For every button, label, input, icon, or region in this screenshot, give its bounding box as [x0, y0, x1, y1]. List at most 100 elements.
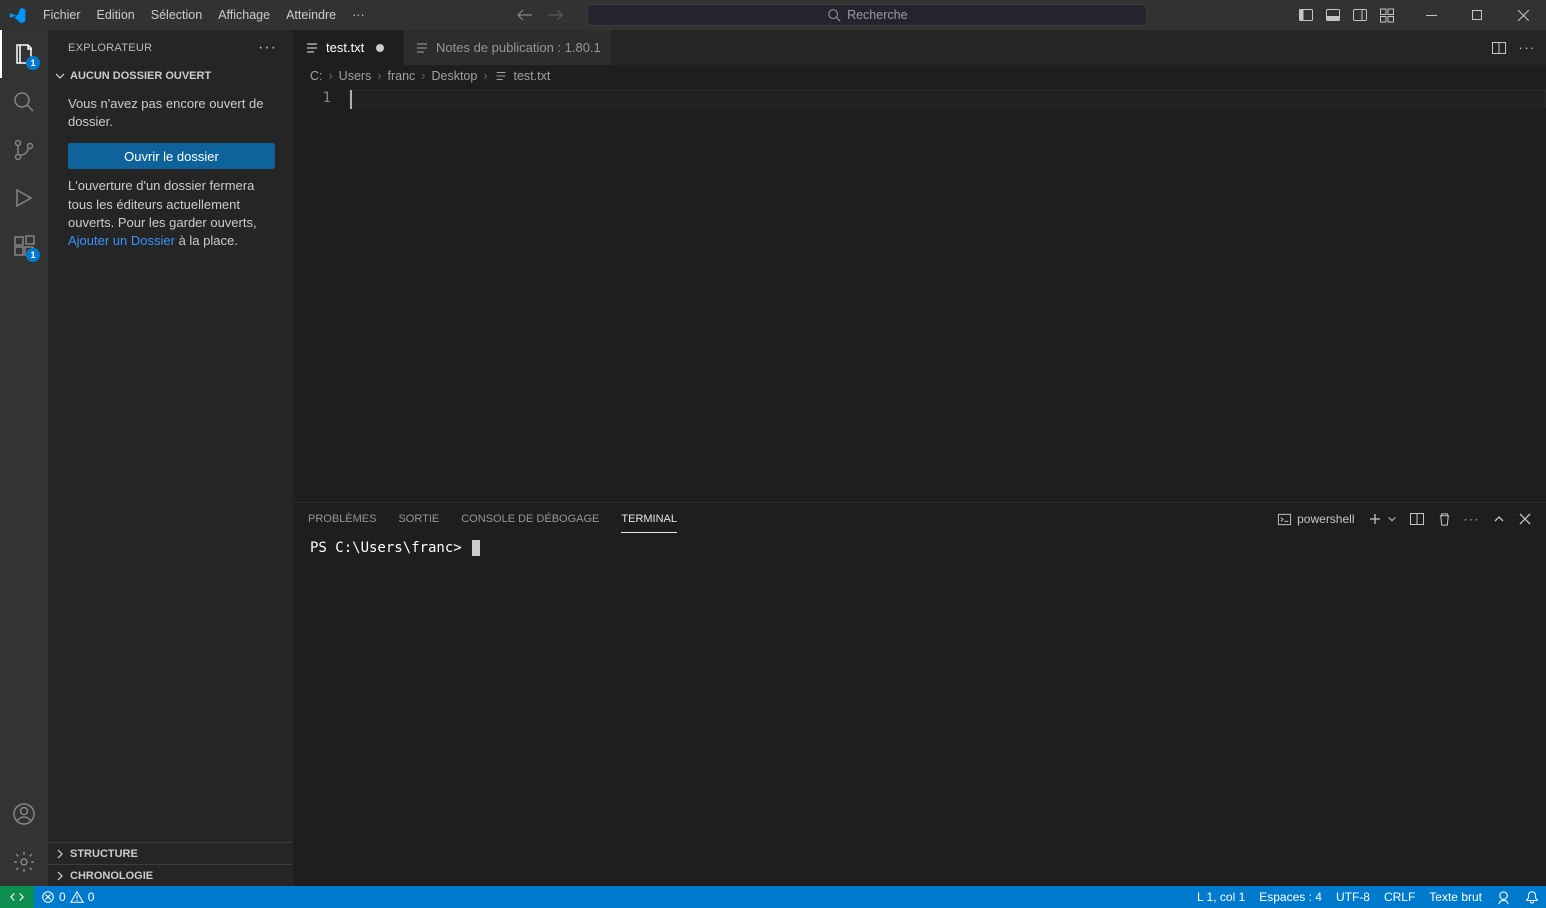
maximize-panel-icon[interactable] — [1492, 512, 1506, 526]
terminal-prompt: PS C:\Users\franc> — [310, 540, 470, 556]
add-folder-link[interactable]: Ajouter un Dossier — [68, 233, 175, 248]
customize-layout-icon[interactable] — [1373, 0, 1400, 30]
terminal-selector[interactable]: powershell — [1277, 512, 1354, 527]
search-icon — [827, 8, 841, 22]
chevron-right-icon: › — [377, 69, 381, 83]
sidebar-more-icon[interactable]: ··· — [258, 39, 277, 57]
window-minimize-icon[interactable] — [1408, 0, 1454, 30]
status-bar: 0 0 L 1, col 1 Espaces : 4 UTF-8 CRLF Te… — [0, 886, 1546, 908]
activity-source-control-icon[interactable] — [0, 126, 48, 174]
breadcrumb-item[interactable]: franc — [388, 69, 416, 83]
chevron-down-icon — [52, 68, 68, 84]
explorer-badge: 1 — [26, 56, 40, 70]
close-panel-icon[interactable] — [1518, 512, 1532, 526]
window-maximize-icon[interactable] — [1454, 0, 1500, 30]
panel-tab-output[interactable]: SORTIE — [398, 506, 439, 533]
panel-tab-debug-console[interactable]: CONSOLE DE DÉBOGAGE — [461, 506, 599, 533]
file-lines-icon — [494, 69, 508, 83]
activity-extensions-icon[interactable]: 1 — [0, 222, 48, 270]
activity-account-icon[interactable] — [0, 790, 48, 838]
activity-explorer-icon[interactable]: 1 — [0, 30, 48, 78]
menu-file[interactable]: Fichier — [35, 0, 89, 30]
text-cursor — [350, 90, 352, 109]
window-close-icon[interactable] — [1500, 0, 1546, 30]
activity-settings-icon[interactable] — [0, 838, 48, 886]
breadcrumbs: C: › Users › franc › Desktop › test.txt — [294, 65, 1546, 87]
editor-tabs: test.txt Notes de publication : 1.80.1 ·… — [294, 30, 1546, 65]
new-terminal-dropdown-icon[interactable] — [1387, 514, 1397, 524]
menu-bar: Fichier Edition Sélection Affichage Atte… — [35, 0, 373, 30]
status-feedback-icon[interactable] — [1489, 886, 1518, 908]
activity-bar: 1 1 — [0, 30, 48, 886]
new-terminal-icon[interactable] — [1367, 511, 1383, 527]
nav-forward-icon[interactable] — [547, 7, 563, 23]
sidebar-section-timeline[interactable]: CHRONOLOGIE — [48, 864, 293, 886]
sidebar-section-outline[interactable]: STRUCTURE — [48, 842, 293, 864]
panel-tab-problems[interactable]: PROBLÈMES — [308, 506, 376, 533]
breadcrumb-item[interactable]: test.txt — [494, 69, 551, 83]
title-bar: Fichier Edition Sélection Affichage Atte… — [0, 0, 1546, 30]
toggle-panel-icon[interactable] — [1319, 0, 1346, 30]
vscode-logo-icon — [0, 7, 35, 24]
status-cursor-position[interactable]: L 1, col 1 — [1190, 886, 1252, 908]
sidebar-msg-no-folder: Vous n'avez pas encore ouvert de dossier… — [68, 95, 275, 131]
text-editor[interactable]: 1 — [294, 87, 1546, 502]
status-problems[interactable]: 0 0 — [34, 886, 101, 908]
activity-debug-icon[interactable] — [0, 174, 48, 222]
warning-icon — [70, 890, 84, 904]
kill-terminal-icon[interactable] — [1437, 512, 1452, 527]
toggle-secondary-sidebar-icon[interactable] — [1346, 0, 1373, 30]
split-editor-icon[interactable] — [1491, 40, 1507, 56]
breadcrumb-item[interactable]: C: — [310, 69, 323, 83]
bottom-panel: PROBLÈMES SORTIE CONSOLE DE DÉBOGAGE TER… — [294, 502, 1546, 886]
terminal[interactable]: PS C:\Users\franc> — [294, 535, 1546, 886]
file-lines-icon — [304, 40, 320, 56]
status-language-mode[interactable]: Texte brut — [1422, 886, 1489, 908]
status-encoding[interactable]: UTF-8 — [1329, 886, 1377, 908]
editor-group: test.txt Notes de publication : 1.80.1 ·… — [294, 30, 1546, 886]
editor-line[interactable] — [349, 89, 1546, 108]
activity-search-icon[interactable] — [0, 78, 48, 126]
sidebar-section-no-folder[interactable]: AUCUN DOSSIER OUVERT — [48, 65, 293, 87]
split-terminal-icon[interactable] — [1409, 511, 1425, 527]
tab-label: test.txt — [326, 40, 364, 55]
chevron-right-icon: › — [483, 69, 487, 83]
chevron-right-icon — [52, 846, 68, 862]
chevron-right-icon: › — [421, 69, 425, 83]
outline-label: STRUCTURE — [70, 848, 138, 860]
tab-label: Notes de publication : 1.80.1 — [436, 40, 601, 55]
status-indentation[interactable]: Espaces : 4 — [1252, 886, 1329, 908]
terminal-cursor — [472, 540, 480, 556]
toggle-primary-sidebar-icon[interactable] — [1292, 0, 1319, 30]
menu-edit[interactable]: Edition — [89, 0, 143, 30]
status-notifications-icon[interactable] — [1518, 886, 1546, 908]
breadcrumb-item[interactable]: Users — [339, 69, 372, 83]
menu-selection[interactable]: Sélection — [143, 0, 210, 30]
tab-release-notes[interactable]: Notes de publication : 1.80.1 — [404, 30, 612, 65]
file-lines-icon — [414, 40, 430, 56]
panel-tab-terminal[interactable]: TERMINAL — [621, 506, 677, 533]
status-eol[interactable]: CRLF — [1377, 886, 1422, 908]
error-count: 0 — [59, 890, 66, 904]
menu-more-icon[interactable]: ··· — [344, 0, 373, 30]
chevron-right-icon: › — [329, 69, 333, 83]
nav-back-icon[interactable] — [517, 7, 533, 23]
sidebar-title: EXPLORATEUR — [68, 42, 152, 54]
dirty-indicator-icon — [376, 44, 384, 52]
remote-indicator-icon[interactable] — [0, 886, 34, 908]
sidebar-msg-add-folder: L'ouverture d'un dossier fermera tous le… — [68, 177, 275, 250]
tab-test-txt[interactable]: test.txt — [294, 30, 404, 65]
panel-more-icon[interactable]: ··· — [1464, 512, 1481, 526]
menu-go[interactable]: Atteindre — [278, 0, 344, 30]
open-folder-button[interactable]: Ouvrir le dossier — [68, 143, 275, 169]
sidebar-msg2-b: à la place. — [175, 233, 238, 248]
line-number-gutter: 1 — [294, 87, 349, 502]
breadcrumb-item[interactable]: Desktop — [431, 69, 477, 83]
command-center-search[interactable]: Recherche — [587, 4, 1147, 26]
editor-more-icon[interactable]: ··· — [1519, 40, 1537, 55]
terminal-icon — [1277, 512, 1292, 527]
menu-view[interactable]: Affichage — [210, 0, 278, 30]
error-icon — [41, 890, 55, 904]
search-placeholder: Recherche — [847, 8, 907, 22]
line-number: 1 — [294, 89, 331, 108]
